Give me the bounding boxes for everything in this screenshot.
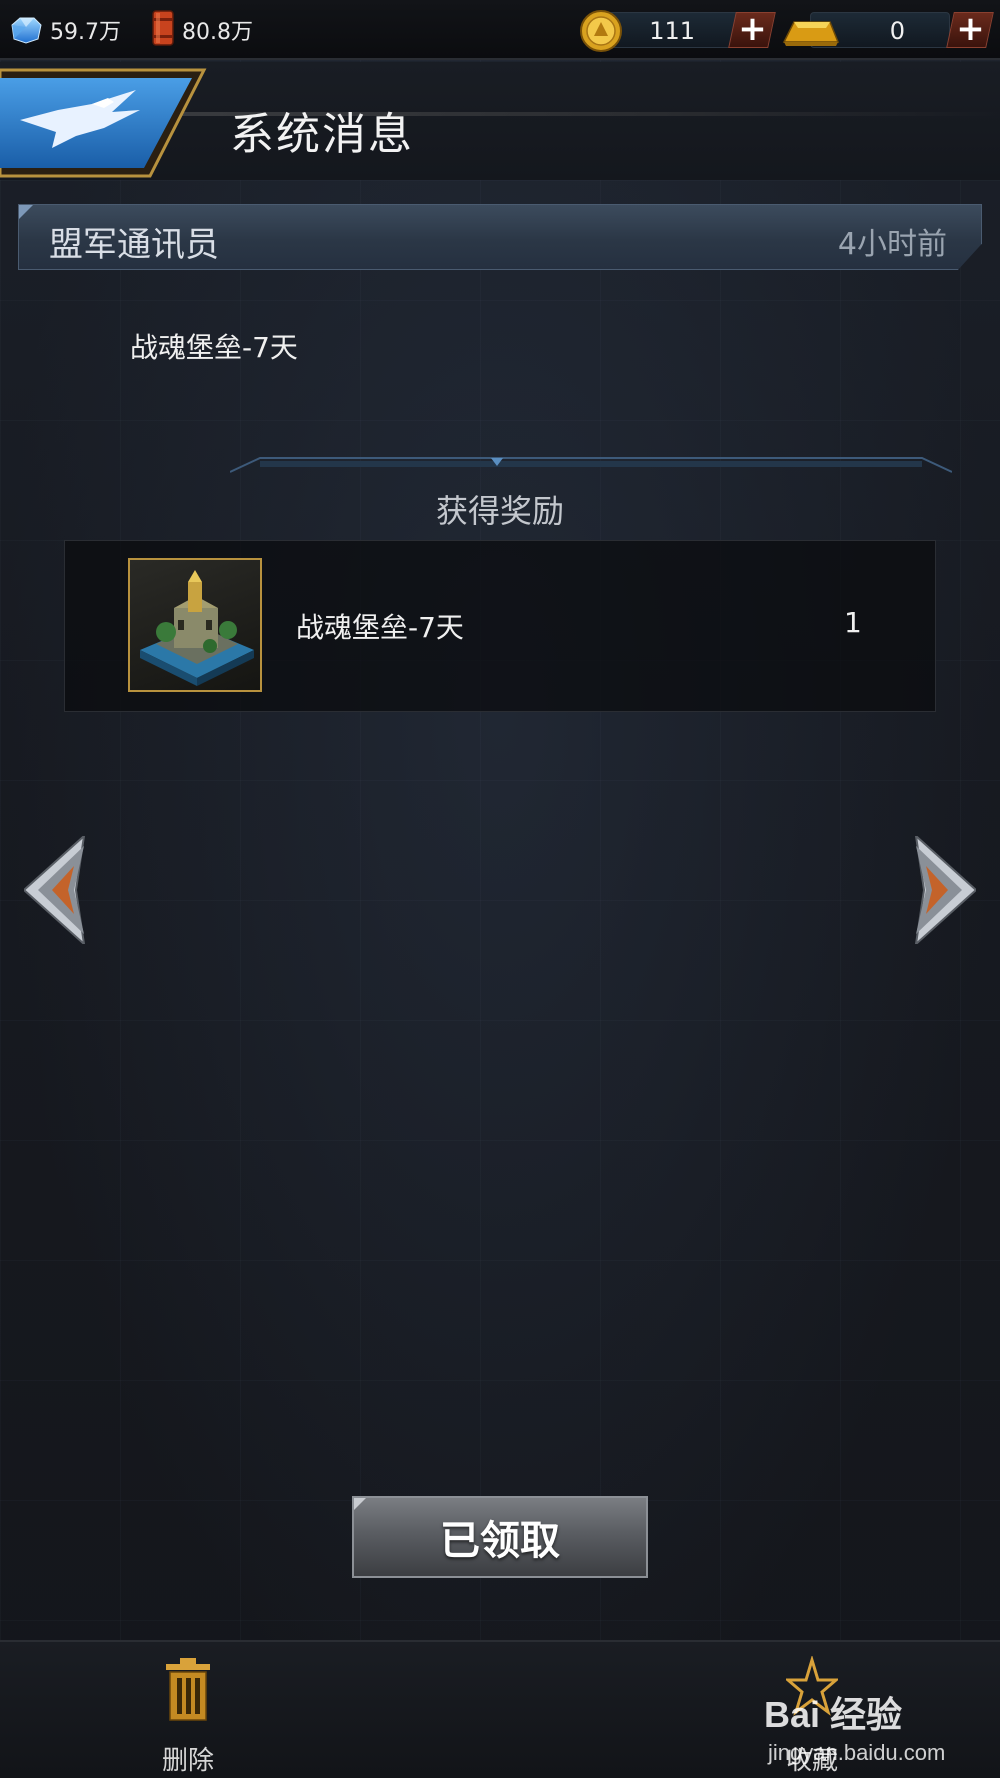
delete-label: 删除 <box>161 1746 214 1776</box>
watermark-main: Bai 经验 <box>764 1694 903 1735</box>
oil-barrel-icon <box>150 8 176 52</box>
background-grid <box>0 60 1000 1640</box>
crystal-icon <box>8 15 44 45</box>
trash-icon <box>166 1658 210 1721</box>
crystal-resource: 59.7万 <box>8 8 121 52</box>
baidu-watermark: Bai 经验 jingyan.baidu.com <box>764 1686 984 1772</box>
gold-bar-icon <box>782 21 840 46</box>
oil-resource: 80.8万 <box>150 8 253 52</box>
claimed-button-label: 已领取 <box>440 1518 560 1564</box>
claimed-button[interactable]: 已领取 <box>352 1496 648 1578</box>
previous-arrow-icon[interactable] <box>24 836 86 944</box>
reward-title: 获得奖励 <box>435 492 564 530</box>
delete-button[interactable]: 删除 <box>128 1656 248 1776</box>
gold-coin-value: 111 <box>649 17 695 45</box>
sender-name: 盟军通讯员 <box>49 225 219 265</box>
oil-value: 80.8万 <box>182 20 253 45</box>
crystal-value: 59.7万 <box>50 20 121 45</box>
reward-divider <box>230 457 952 473</box>
fortress-icon[interactable] <box>128 558 262 692</box>
gold-coin-icon <box>580 10 622 52</box>
next-arrow-icon[interactable] <box>914 836 976 944</box>
message-body: 战魂堡垒-7天 <box>130 331 298 364</box>
page-title: 系统消息 <box>230 109 414 160</box>
message-time: 4小时前 <box>837 227 947 262</box>
reward-item-quantity: 1 <box>844 606 862 639</box>
watermark-sub: jingyan.baidu.com <box>768 1740 946 1765</box>
sender-bar: 盟军通讯员 4小时前 <box>18 204 982 270</box>
add-gold-coin-button[interactable]: + <box>728 9 776 49</box>
gold-bar-value: 0 <box>889 17 905 45</box>
reward-item-name: 战魂堡垒-7天 <box>296 611 464 644</box>
add-gold-bar-button[interactable]: + <box>946 9 994 49</box>
eagle-emblem-icon[interactable] <box>0 68 210 178</box>
